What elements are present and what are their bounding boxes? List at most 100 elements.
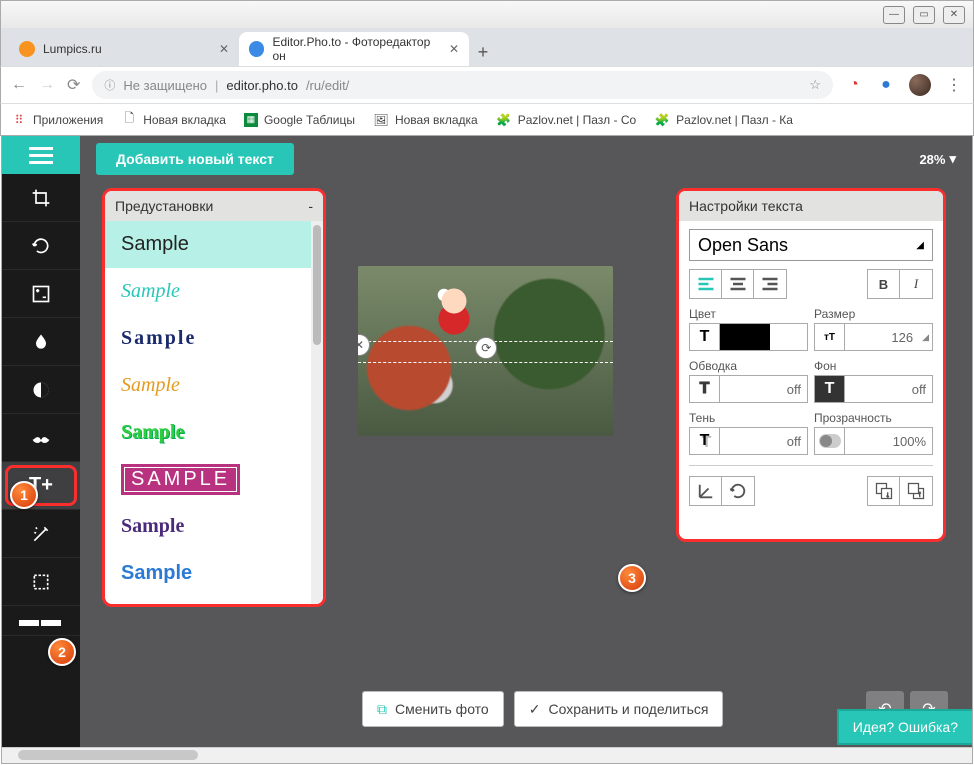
preset-item[interactable]: Sample [105,362,323,409]
horizontal-scrollbar[interactable] [2,747,972,763]
tool-stickers[interactable] [2,414,80,462]
browser-tab-bar: Lumpics.ru ✕ Editor.Pho.to - Фоторедакто… [0,28,974,66]
opacity-toggle-icon[interactable] [815,428,845,454]
opacity-value[interactable]: 100% [845,434,932,449]
puzzle-icon: 🧩 [496,112,512,128]
presets-header[interactable]: Предустановки - [105,191,323,221]
shadow-control[interactable]: Toff [689,427,808,455]
browser-tab-active[interactable]: Editor.Pho.to - Фоторедактор он ✕ [239,32,469,66]
italic-button[interactable]: I [900,270,932,298]
font-select[interactable]: Open Sans ◢ [689,229,933,261]
step-marker-2: 2 [48,638,76,666]
url-host: editor.pho.to [226,78,298,93]
scrollbar-thumb[interactable] [18,750,198,760]
angle-icon [696,481,716,501]
tool-effects[interactable] [2,510,80,558]
angle-button[interactable] [690,477,722,505]
bookmark-item[interactable]: 🗋 Новая вкладка [121,112,226,128]
layer-up-button[interactable] [900,477,932,505]
presets-title: Предустановки [115,198,213,214]
tool-more[interactable]: ▬▬ [2,606,80,636]
nav-forward-button[interactable]: → [39,76,55,94]
tool-contrast[interactable] [2,366,80,414]
more-icon: ▬▬ [19,609,63,632]
align-right-button[interactable] [754,270,786,298]
color-control[interactable]: T [689,323,808,351]
bookmark-item[interactable]: 🧩Pazlov.net | Пазл - Ка [654,112,793,128]
opacity-control[interactable]: 100% [814,427,933,455]
extension-icon[interactable]: ◔ [845,76,863,94]
preset-sample: Sample [121,327,196,350]
feedback-button[interactable]: Идея? Ошибка? [837,709,972,745]
stroke-control[interactable]: Toff [689,375,808,403]
size-value[interactable]: 126 [845,330,919,345]
align-left-button[interactable] [690,270,722,298]
bg-control[interactable]: Toff [814,375,933,403]
stroke-value: off [720,382,807,397]
browser-tab[interactable]: Lumpics.ru ✕ [9,32,239,66]
presets-scrollbar[interactable] [311,221,323,604]
align-center-button[interactable] [722,270,754,298]
editor-app: T+ ▬▬ Добавить новый текст 28%▾ Предуста… [1,136,973,764]
bookmark-item[interactable]: ⠿Приложения [11,112,103,128]
size-control[interactable]: тT126◢ [814,323,933,351]
menu-icon[interactable]: ⋮ [945,76,963,94]
change-photo-button[interactable]: ⧉Сменить фото [362,691,504,727]
extension-icon[interactable]: ● [877,76,895,94]
bookmark-item[interactable]: 🧩 Pazlov.net | Пазл - Со [496,112,636,128]
canvas-image[interactable]: ✕ ⟳ [358,266,613,436]
tab-close-icon[interactable]: ✕ [449,42,459,56]
preset-item[interactable]: Sample [105,268,323,315]
info-icon: ⓘ [104,77,115,93]
tool-color[interactable] [2,318,80,366]
window-close-button[interactable]: ✕ [943,6,965,24]
page-icon: 🗋 [121,112,137,128]
nav-reload-button[interactable]: ⟳ [67,75,80,95]
bookmark-item[interactable]: 🖼Новая вкладка [373,112,478,128]
bookmark-label: Новая вкладка [395,113,478,127]
profile-avatar[interactable] [909,74,931,96]
star-icon[interactable]: ☆ [809,77,821,93]
style-group: B I [867,269,933,299]
bold-button[interactable]: B [868,270,900,298]
nav-back-button[interactable]: ← [11,76,27,94]
layer-down-button[interactable] [868,477,900,505]
preset-item[interactable]: Sample [105,221,323,268]
window-minimize-button[interactable]: — [883,6,905,24]
preset-item[interactable]: Sample [105,315,323,362]
bookmark-label: Новая вкладка [143,113,226,127]
reset-button[interactable] [722,477,754,505]
step-marker-3: 3 [618,564,646,592]
collapse-icon[interactable]: - [308,198,313,214]
save-share-label: Сохранить и поделиться [548,701,708,717]
preset-item[interactable]: SAMPLE [105,456,323,503]
new-tab-button[interactable]: + [469,38,497,66]
menu-button[interactable] [2,136,80,174]
color-label: Цвет [689,307,808,321]
preset-item[interactable]: Sample [105,409,323,456]
add-text-button[interactable]: Добавить новый текст [96,143,294,175]
opacity-label: Прозрачность [814,411,933,425]
text-size-icon: тT [815,324,845,350]
puzzle-icon: 🧩 [654,112,670,128]
save-share-button[interactable]: ✓Сохранить и поделиться [514,691,724,727]
window-maximize-button[interactable]: ▭ [913,6,935,24]
preset-item[interactable]: Sample [105,550,323,597]
bookmark-item[interactable]: ▦Google Таблицы [244,113,355,127]
preset-item[interactable]: Sample [105,503,323,550]
color-swatch[interactable] [720,324,770,350]
tab-close-icon[interactable]: ✕ [219,42,229,56]
tool-exposure[interactable] [2,270,80,318]
sticker-santa[interactable] [429,283,479,343]
url-input[interactable]: ⓘ Не защищено | editor.pho.to/ru/edit/ ☆ [92,71,833,99]
preset-sample: Sample [121,515,184,538]
bookmark-label: Pazlov.net | Пазл - Со [518,113,636,127]
window-titlebar: — ▭ ✕ [0,0,974,28]
rotate-icon [31,236,51,256]
tool-rotate[interactable] [2,222,80,270]
zoom-dropdown[interactable]: 28%▾ [919,151,956,167]
tab-title: Editor.Pho.to - Фоторедактор он [272,35,440,63]
scrollbar-thumb[interactable] [313,225,321,345]
tool-frame[interactable] [2,558,80,606]
tool-crop[interactable] [2,174,80,222]
